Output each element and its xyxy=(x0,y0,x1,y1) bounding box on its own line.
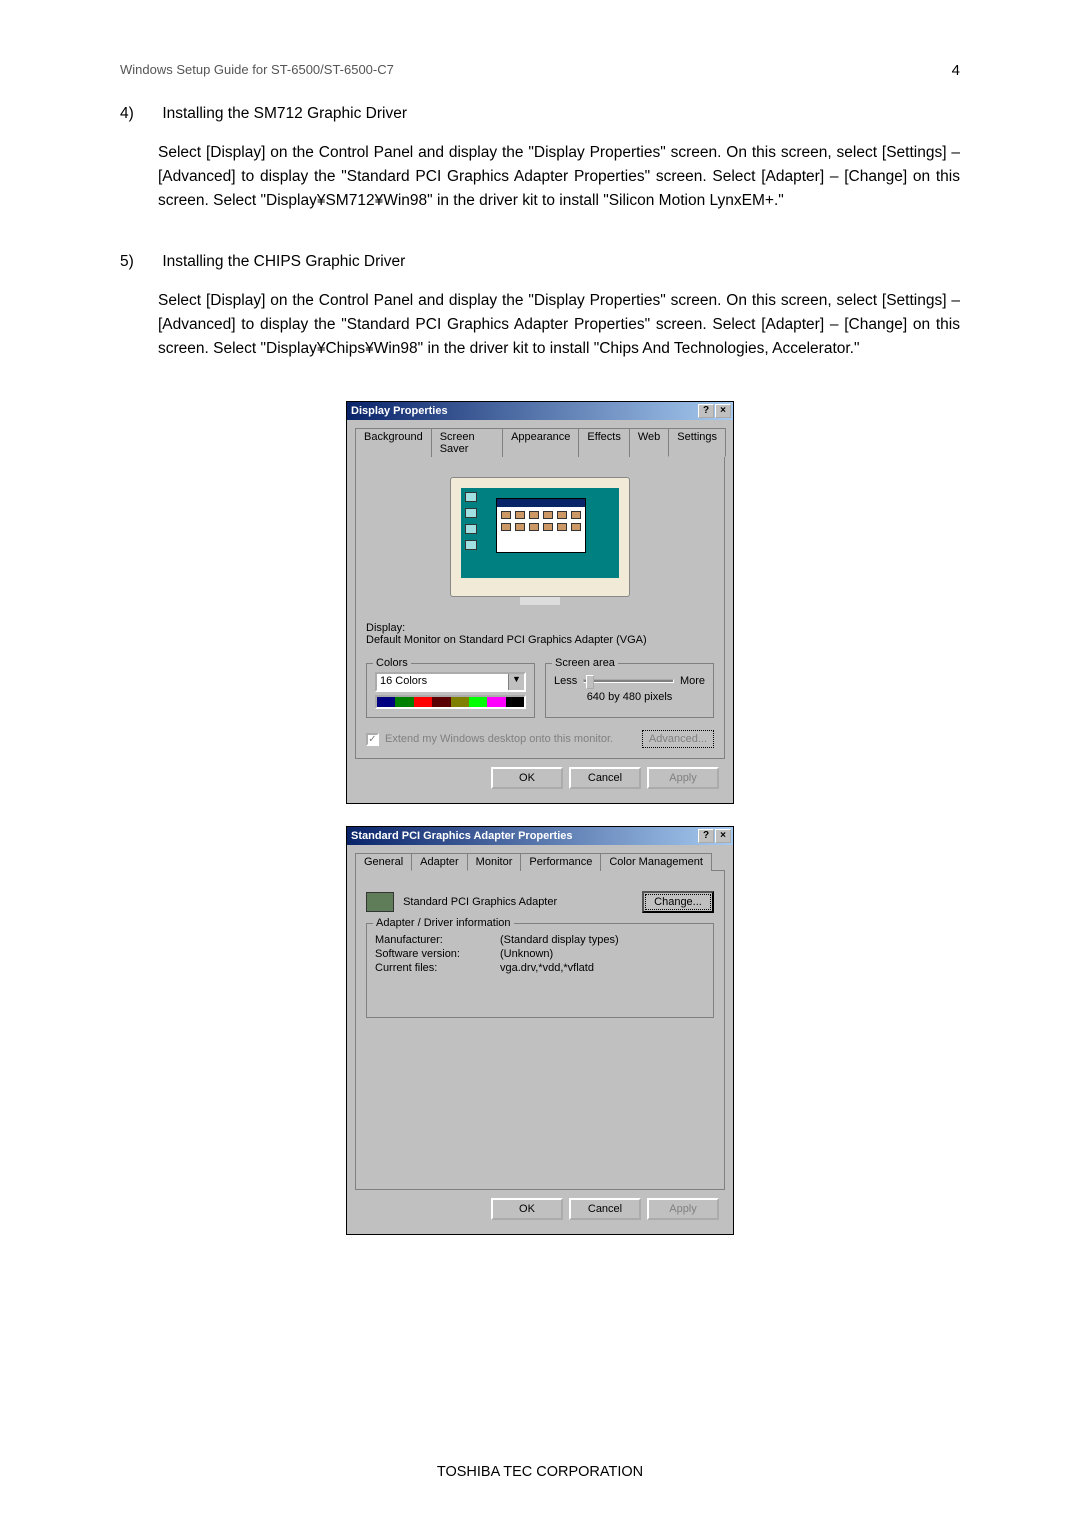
adapter-name: Standard PCI Graphics Adapter xyxy=(403,896,557,908)
colors-value: 16 Colors xyxy=(377,674,508,690)
section-5-title: Installing the CHIPS Graphic Driver xyxy=(162,253,405,270)
adapter-icon xyxy=(366,892,394,912)
tab-effects[interactable]: Effects xyxy=(578,428,629,457)
section-4-body: Select [Display] on the Control Panel an… xyxy=(158,141,960,213)
less-label: Less xyxy=(554,675,577,687)
resolution-text: 640 by 480 pixels xyxy=(554,691,705,703)
screen-area-legend: Screen area xyxy=(552,657,618,669)
cancel-button[interactable]: Cancel xyxy=(569,1198,641,1220)
software-version-value: (Unknown) xyxy=(500,948,553,960)
cancel-button[interactable]: Cancel xyxy=(569,767,641,789)
manufacturer-value: (Standard display types) xyxy=(500,934,619,946)
apply-button: Apply xyxy=(647,1198,719,1220)
tab-performance[interactable]: Performance xyxy=(520,853,601,871)
tab-adapter[interactable]: Adapter xyxy=(411,853,468,871)
resolution-slider[interactable] xyxy=(583,679,674,683)
display-value: Default Monitor on Standard PCI Graphics… xyxy=(366,634,714,646)
extend-label: Extend my Windows desktop onto this moni… xyxy=(385,733,613,745)
tab-color-management[interactable]: Color Management xyxy=(600,853,712,871)
ok-button[interactable]: OK xyxy=(491,767,563,789)
colors-combo[interactable]: 16 Colors ▼ xyxy=(375,672,526,692)
ok-button[interactable]: OK xyxy=(491,1198,563,1220)
dialog2-titlebar: Standard PCI Graphics Adapter Properties… xyxy=(347,827,733,845)
adapter-properties-dialog: Standard PCI Graphics Adapter Properties… xyxy=(346,826,734,1235)
page-header: Windows Setup Guide for ST-6500/ST-6500-… xyxy=(120,62,394,77)
desktop-icon xyxy=(465,492,477,502)
section-5-number: 5) xyxy=(120,253,158,271)
dialog1-title: Display Properties xyxy=(351,405,448,417)
monitor-preview xyxy=(440,477,640,607)
display-properties-dialog: Display Properties ? × Background Screen… xyxy=(346,401,734,804)
manufacturer-label: Manufacturer: xyxy=(375,934,500,946)
preview-window xyxy=(496,498,586,553)
dialog1-tabs: Background Screen Saver Appearance Effec… xyxy=(355,428,725,457)
page-number: 4 xyxy=(952,62,960,79)
desktop-icon xyxy=(465,524,477,534)
adapter-info-group: Adapter / Driver information Manufacture… xyxy=(366,923,714,1018)
section-5-body: Select [Display] on the Control Panel an… xyxy=(158,289,960,361)
more-label: More xyxy=(680,675,705,687)
tab-screen-saver[interactable]: Screen Saver xyxy=(431,428,503,457)
display-label: Display: xyxy=(366,622,714,634)
footer: TOSHIBA TEC CORPORATION xyxy=(0,1464,1080,1480)
section-4-number: 4) xyxy=(120,105,158,123)
tab-settings[interactable]: Settings xyxy=(668,428,726,457)
current-files-label: Current files: xyxy=(375,962,500,974)
advanced-button[interactable]: Advanced... xyxy=(642,730,714,748)
desktop-icon xyxy=(465,508,477,518)
section-5-heading: 5) Installing the CHIPS Graphic Driver xyxy=(120,253,960,271)
dialog1-titlebar: Display Properties ? × xyxy=(347,402,733,420)
slider-thumb[interactable] xyxy=(586,675,594,689)
chevron-down-icon[interactable]: ▼ xyxy=(508,674,524,690)
apply-button: Apply xyxy=(647,767,719,789)
desktop-icon xyxy=(465,540,477,550)
tab-monitor[interactable]: Monitor xyxy=(467,853,522,871)
close-icon[interactable]: × xyxy=(715,829,731,843)
current-files-value: vga.drv,*vdd,*vflatd xyxy=(500,962,594,974)
change-button[interactable]: Change... xyxy=(642,891,714,913)
extend-checkbox: ✓ xyxy=(366,733,379,746)
dialog2-tabs: General Adapter Monitor Performance Colo… xyxy=(355,853,725,871)
adapter-info-legend: Adapter / Driver information xyxy=(373,917,514,929)
software-version-label: Software version: xyxy=(375,948,500,960)
tab-background[interactable]: Background xyxy=(355,428,432,457)
help-icon[interactable]: ? xyxy=(698,829,714,843)
section-4-title: Installing the SM712 Graphic Driver xyxy=(162,105,407,122)
color-strip xyxy=(375,695,526,709)
help-icon[interactable]: ? xyxy=(698,404,714,418)
colors-group: Colors 16 Colors ▼ xyxy=(366,663,535,718)
close-icon[interactable]: × xyxy=(715,404,731,418)
tab-appearance[interactable]: Appearance xyxy=(502,428,579,457)
colors-legend: Colors xyxy=(373,657,411,669)
tab-web[interactable]: Web xyxy=(629,428,669,457)
tab-general[interactable]: General xyxy=(355,853,412,871)
screen-area-group: Screen area Less More 640 by 480 pixels xyxy=(545,663,714,718)
section-4-heading: 4) Installing the SM712 Graphic Driver xyxy=(120,105,960,123)
dialog2-title: Standard PCI Graphics Adapter Properties xyxy=(351,830,572,842)
